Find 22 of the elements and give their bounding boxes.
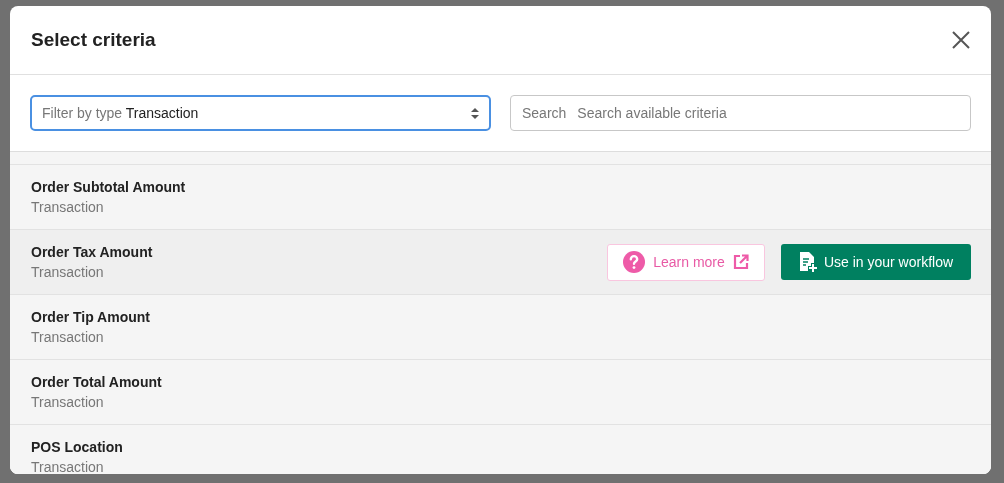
criteria-type: Transaction [31, 199, 105, 215]
search-input[interactable]: Search available criteria [575, 104, 959, 122]
criteria-name: Order Tax Amount [31, 244, 153, 260]
criteria-name: Order Tip Amount [31, 309, 150, 325]
question-icon [623, 251, 646, 273]
search-field[interactable]: Search Search available criteria [510, 95, 971, 131]
criteria-type: Transaction [31, 394, 105, 410]
criteria-name: POS Location [31, 439, 123, 455]
criteria-row[interactable]: POS Location Transaction [10, 424, 991, 474]
criteria-name: Order Subtotal Amount [31, 179, 186, 195]
criteria-type: Transaction [31, 329, 105, 345]
criteria-type: Transaction [31, 459, 105, 474]
sort-caret-icon [471, 107, 479, 119]
filter-type-select[interactable]: Filter by type Transaction [30, 95, 491, 131]
close-button[interactable] [951, 30, 971, 50]
dialog-title: Select criteria [31, 29, 156, 51]
use-in-workflow-button[interactable]: Use in your workflow [781, 243, 971, 280]
criteria-name: Order Total Amount [31, 374, 162, 390]
external-link-icon [732, 254, 749, 270]
document-add-icon [798, 250, 818, 273]
criteria-row[interactable]: Order Tax Amount Transaction Learn more Use in your workflow [10, 229, 991, 294]
criteria-type: Transaction [31, 264, 105, 280]
